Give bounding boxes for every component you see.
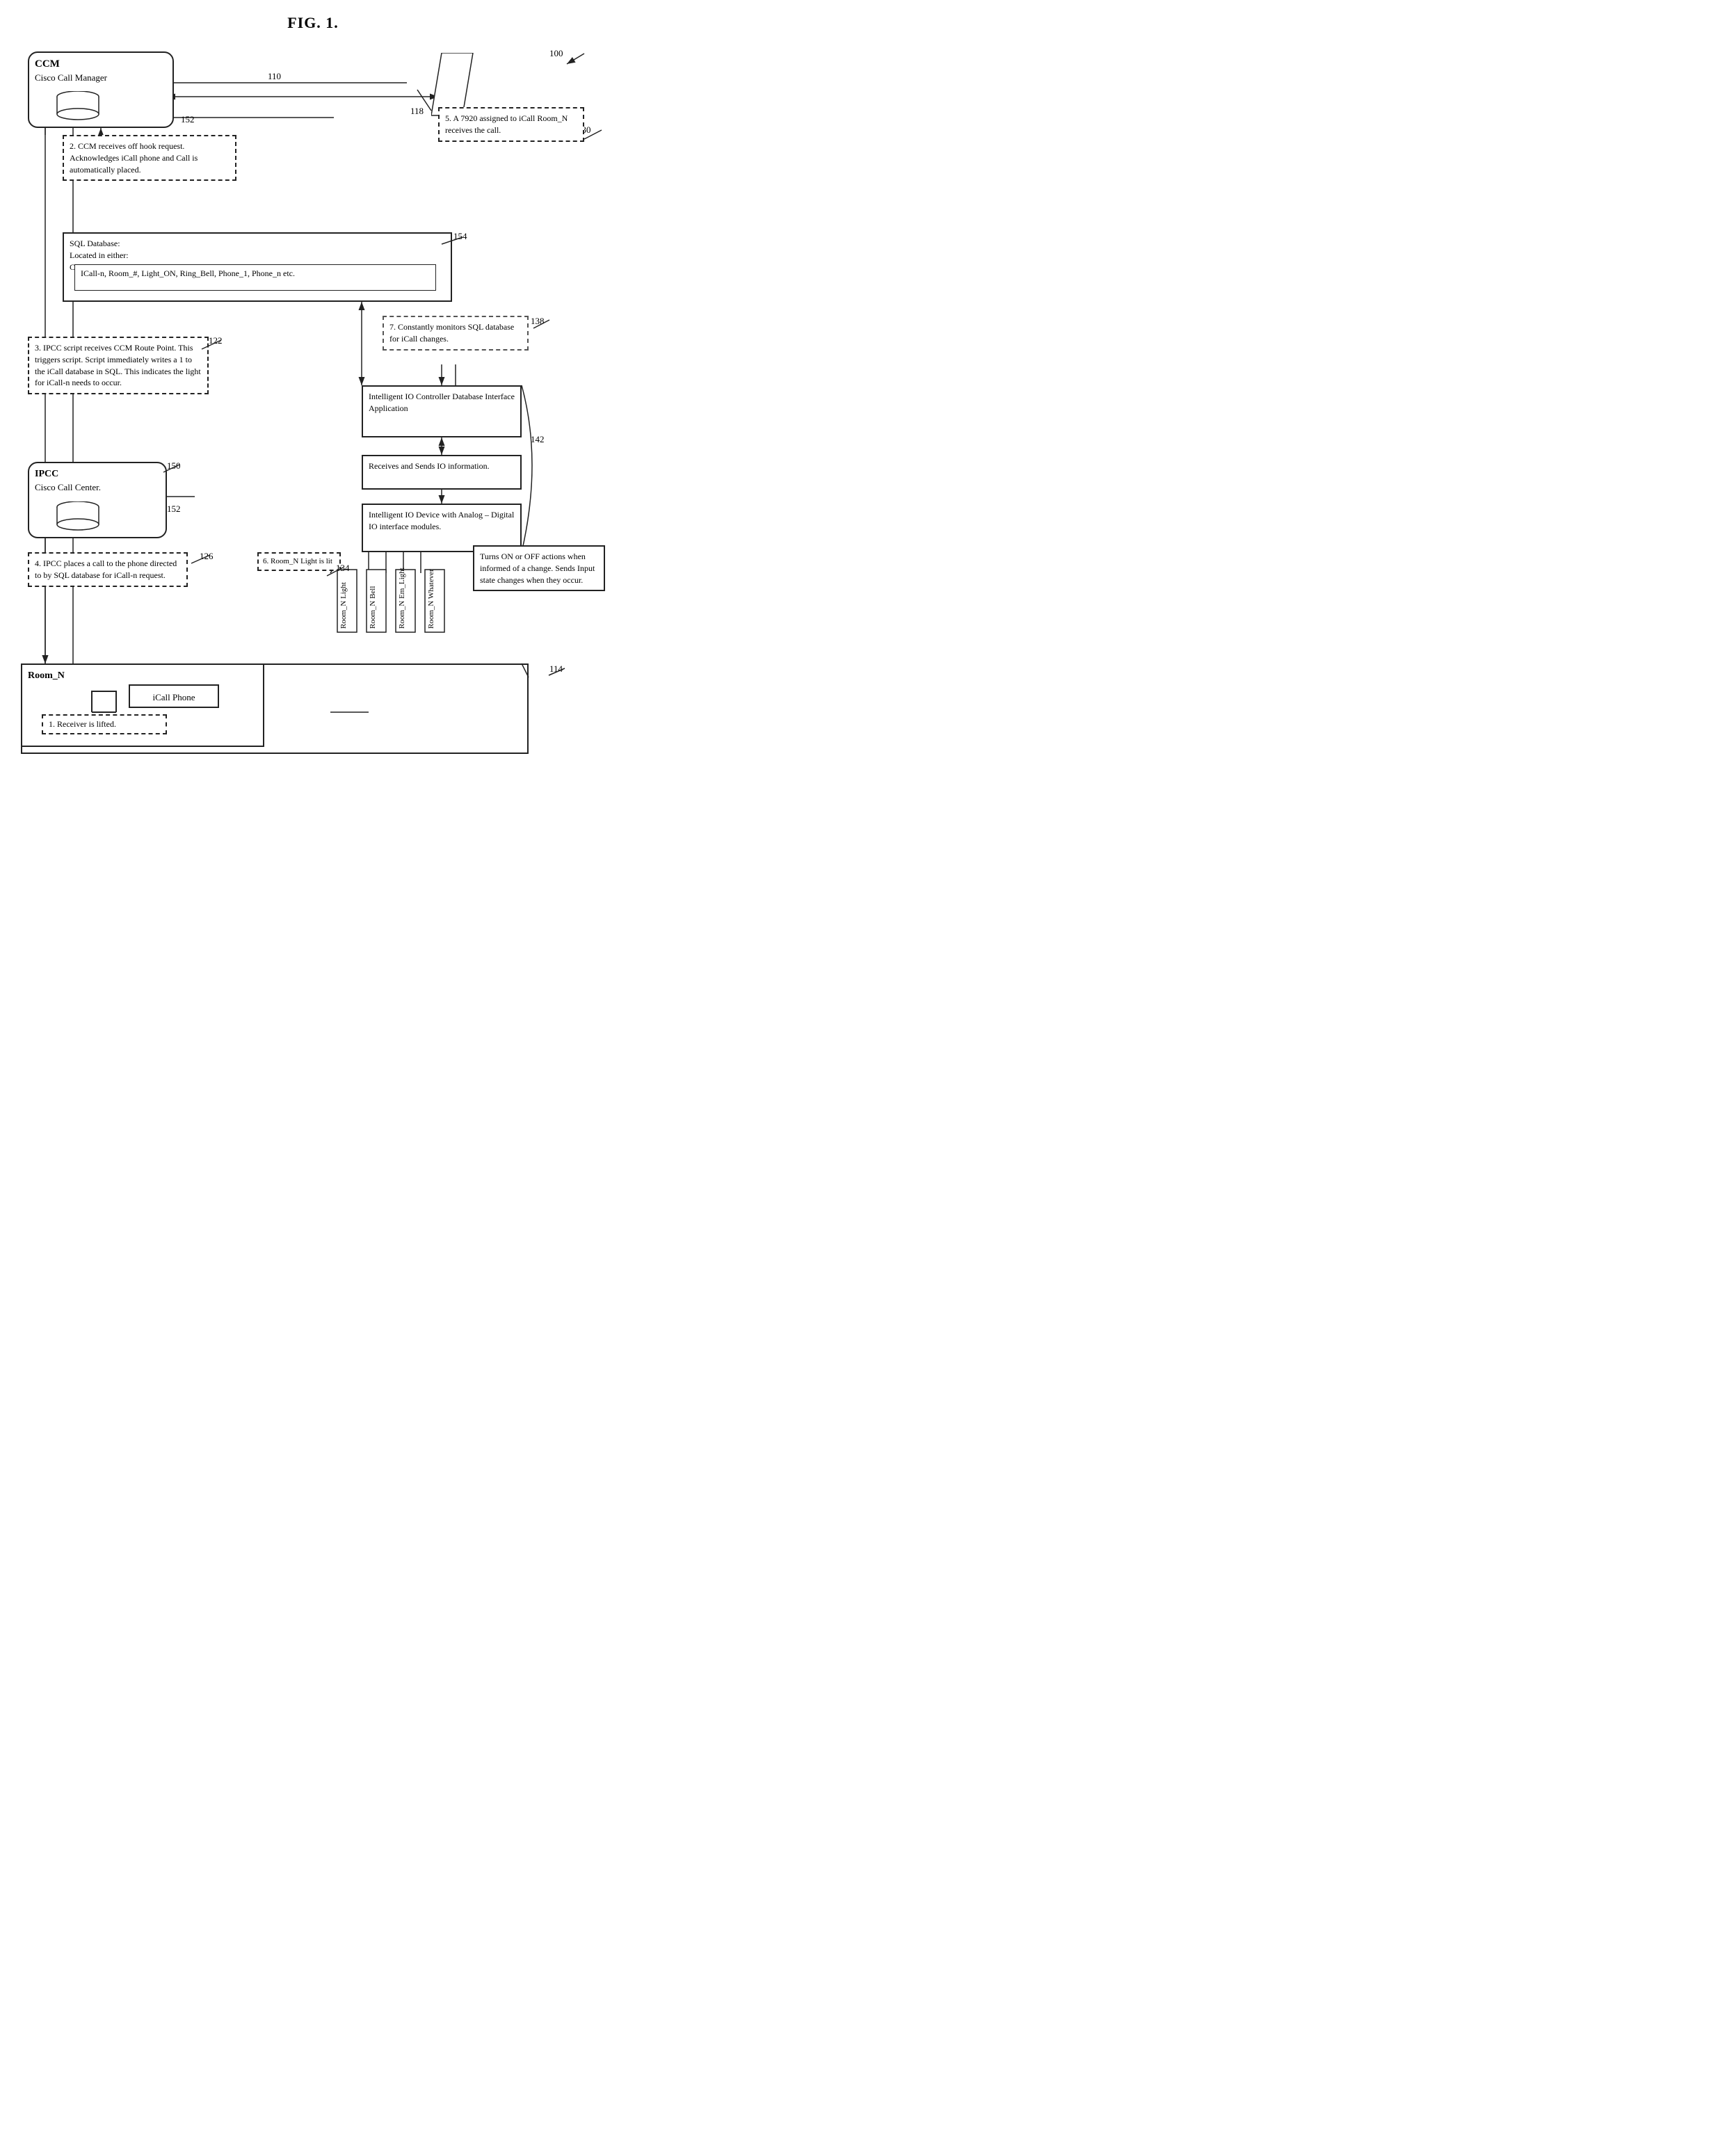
room-n-large-box xyxy=(21,663,529,754)
ipcc-title: IPCC xyxy=(35,467,160,481)
ref-110: 110 xyxy=(268,71,281,82)
note-7920: 5. A 7920 assigned to iCall Room_N recei… xyxy=(438,107,584,142)
bar-label-1: Room_N Light xyxy=(339,582,348,629)
ref150-arrow xyxy=(160,462,181,476)
ipcc-subtitle: Cisco Call Center. xyxy=(35,481,160,494)
sql-inner-box: ICall-n, Room_#, Light_ON, Ring_Bell, Ph… xyxy=(74,264,436,291)
ref122-arrow xyxy=(195,337,223,354)
bar-label-4: Room_N Whatever xyxy=(427,569,435,629)
bar-label-3: Room_N Em_Light xyxy=(398,568,406,629)
ref126-arrow xyxy=(188,552,212,568)
db-cylinder-ipcc xyxy=(54,501,102,533)
note-sql-monitor: 7. Constantly monitors SQL database for … xyxy=(383,316,529,351)
note-ipcc-call: 4. IPCC places a call to the phone direc… xyxy=(28,552,188,587)
sql-db-box: SQL Database: Located in either: CCM or … xyxy=(63,232,452,302)
ccm-subtitle: Cisco Call Manager xyxy=(35,72,167,84)
ref-142: 142 xyxy=(531,434,545,445)
io-recv-send-box: Receives and Sends IO information. xyxy=(362,455,522,490)
note-ccm-receives: 2. CCM receives off hook request. Acknow… xyxy=(63,135,236,181)
ref154-arrow xyxy=(438,234,466,248)
page: FIG. 1. xyxy=(0,0,626,789)
note-ipcc-script: 3. IPCC script receives CCM Route Point.… xyxy=(28,337,209,394)
io-controller-box: Intelligent IO Controller Database Inter… xyxy=(362,385,522,437)
ccm-box: CCM Cisco Call Manager xyxy=(28,51,174,128)
ref114-arrow xyxy=(545,666,566,679)
note-turns-on: Turns ON or OFF actions when informed of… xyxy=(473,545,605,591)
ref-152a: 152 xyxy=(181,114,195,125)
db-cylinder-ccm xyxy=(54,91,102,122)
sql-inner-text: ICall-n, Room_#, Light_ON, Ring_Bell, Ph… xyxy=(81,268,295,278)
bar-label-2: Room_N Bell xyxy=(369,586,377,629)
ref-152b: 152 xyxy=(167,504,181,515)
ref138-arrow xyxy=(530,318,551,332)
ccm-title: CCM xyxy=(35,57,167,72)
ipcc-box: IPCC Cisco Call Center. xyxy=(28,462,167,538)
figure-title: FIG. 1. xyxy=(21,14,605,32)
ref134-arrow xyxy=(323,565,344,579)
diagram: CCM Cisco Call Manager 100 110 118 130 xyxy=(21,45,605,775)
ref100-arrow xyxy=(556,50,591,71)
ref-118: 118 xyxy=(410,106,424,117)
